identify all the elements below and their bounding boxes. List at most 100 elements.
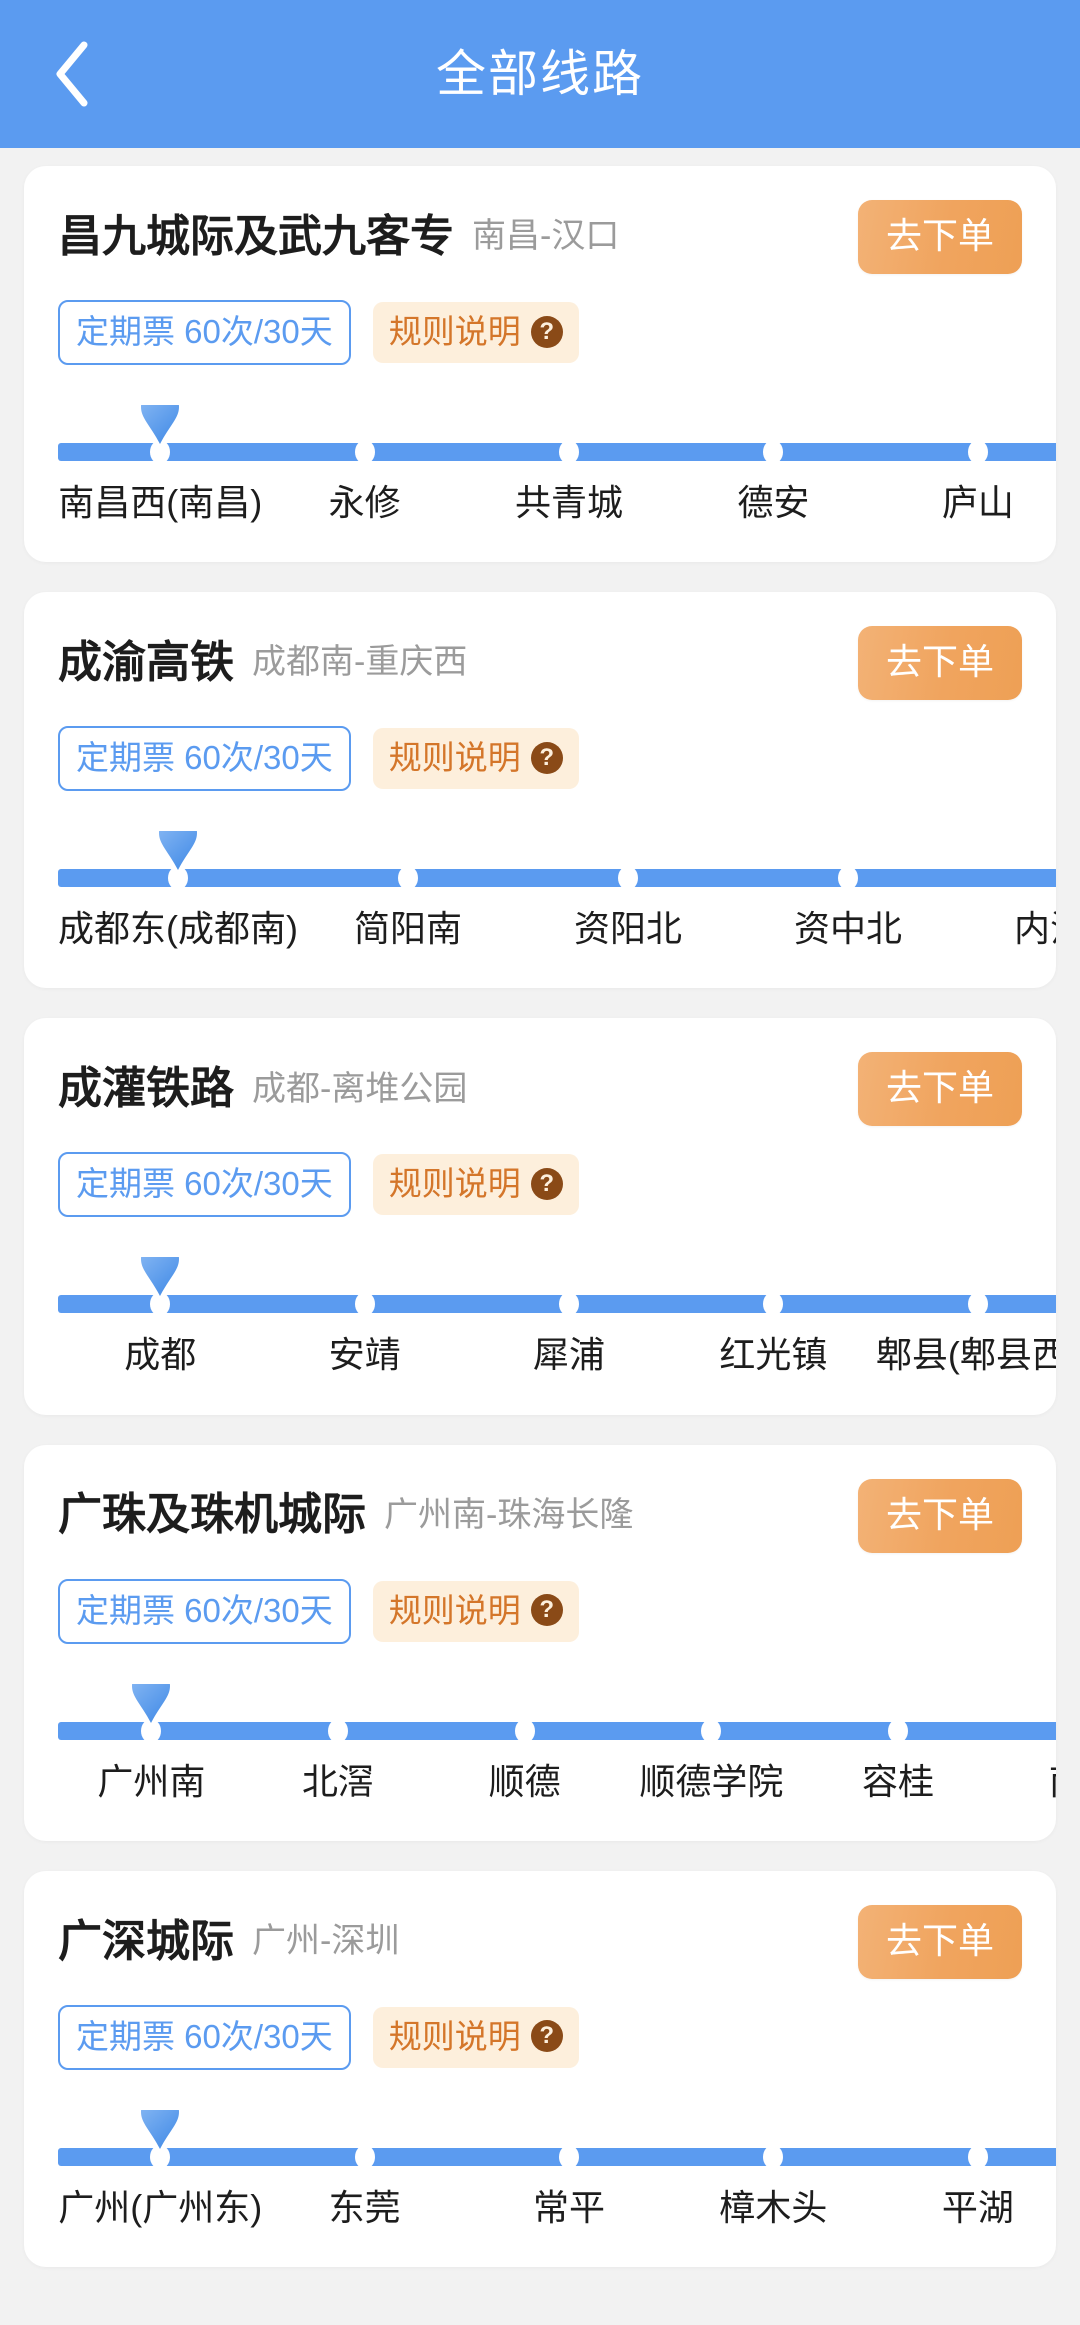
question-mark-circle-icon: ? (530, 741, 563, 774)
station-label: 永修 (328, 482, 401, 523)
route-track[interactable]: 广州(广州东) 东莞 常平 樟木头 平湖 (24, 2109, 1056, 2229)
rule-info-label: 规则说明 (388, 739, 521, 777)
pass-type-badge: 定期票 60次/30天 (58, 300, 351, 365)
station-label: 犀浦 (533, 1334, 606, 1376)
route-track[interactable]: 成都 安靖 犀浦 红光镇 郫县(郫县西) (24, 1257, 1056, 1376)
station-label: 简阳南 (353, 908, 462, 950)
station-dot (354, 440, 375, 464)
rule-info-button[interactable]: 规则说明? (372, 2006, 579, 2068)
current-station-pin-icon (138, 405, 182, 445)
station-label: 庐山 (941, 482, 1014, 523)
question-mark-circle-icon: ? (530, 1167, 563, 1200)
station-dot (559, 440, 580, 464)
rule-info-button[interactable]: 规则说明? (372, 302, 579, 363)
order-button[interactable]: 去下单 (857, 1052, 1022, 1127)
route-card[interactable]: 成渝高铁 成都南-重庆西 去下单定期票 60次/30天 规则说明? 成都东(成都南) 简阳… (24, 592, 1056, 989)
station-label: 北滘 (302, 1760, 375, 1802)
station-label-row: 广州(广州东) 东莞 常平 樟木头 平湖 (58, 2186, 1056, 2229)
route-endpoints: 南昌-汉口 (472, 217, 620, 256)
station-label: 南昌西(南昌) (58, 482, 263, 523)
chevron-left-icon (56, 41, 88, 107)
pass-type-badge: 定期票 60次/30天 (58, 2004, 351, 2070)
route-name: 广珠及珠机城际 (58, 1490, 366, 1540)
current-station-pin-icon (156, 831, 200, 871)
order-button[interactable]: 去下单 (857, 200, 1022, 274)
route-endpoints: 成都南-重庆西 (252, 643, 468, 682)
route-name: 成灌铁路 (58, 1064, 234, 1114)
current-station-pin-icon (138, 1257, 182, 1297)
station-dot (888, 1718, 909, 1743)
station-dot (397, 866, 418, 891)
station-label-row: 广州南 北滘 顺德 顺德学院 容桂 南头 (58, 1760, 1056, 1803)
route-card[interactable]: 广珠及珠机城际 广州南-珠海长隆 去下单 定期票 60次/30天 规则说明? 广州南 北滘 顺… (24, 1444, 1056, 1841)
route-card-header: 昌九城际及武九客专 南昌-汉口 去下单 (24, 200, 1056, 274)
rule-info-label: 规则说明 (388, 1165, 521, 1203)
station-dot (559, 2144, 580, 2169)
route-card[interactable]: 昌九城际及武九客专 南昌-汉口 去下单定期票 60次/30天 规则说明? 南昌西(南昌)… (24, 166, 1056, 563)
route-track[interactable]: 广州南 北滘 顺德 顺德学院 容桂 南头 (24, 1683, 1056, 1803)
rule-info-label: 规则说明 (388, 313, 521, 350)
station-label: 常平 (533, 2186, 606, 2228)
order-button[interactable]: 去下单 (857, 626, 1022, 701)
order-button[interactable]: 去下单 (857, 1478, 1022, 1553)
route-name: 成渝高铁 (58, 637, 234, 687)
route-track[interactable]: 南昌西(南昌) 永修 共青城 德安 庐山 (24, 405, 1056, 524)
page-header: 全部线路 (0, 0, 1080, 148)
station-dot (701, 1718, 722, 1743)
station-label: 成都东(成都南) (58, 908, 298, 950)
track-line (58, 405, 1056, 464)
station-dot (328, 1718, 348, 1743)
rule-info-button[interactable]: 规则说明? (372, 1580, 579, 1642)
pass-type-badge: 定期票 60次/30天 (58, 726, 351, 792)
station-dot (967, 2144, 988, 2169)
back-button[interactable] (34, 36, 110, 112)
route-card[interactable]: 成灌铁路 成都-离堆公园 去下单 定期票 60次/30天 规则说明? 成都 安靖 犀浦 红光镇 郫… (24, 1018, 1056, 1415)
station-label: 资中北 (793, 908, 902, 950)
question-mark-circle-icon: ? (530, 1594, 563, 1627)
station-label: 德安 (737, 482, 810, 523)
route-card[interactable]: 广深城际 广州-深圳 去下单定期票 60次/30天 规则说明? 广州(广州东) 东莞 常平 樟… (24, 1870, 1056, 2267)
route-card-header: 广珠及珠机城际 广州南-珠海长隆 去下单 (24, 1478, 1056, 1553)
route-track-inner: 成都东(成都南) 简阳南 资阳北 资中北 内江北 (58, 831, 1056, 950)
route-list: 昌九城际及武九客专 南昌-汉口 去下单 定期票 60次/30天 规则说明? 南昌西(南昌)… (0, 148, 1080, 2267)
station-label: 顺德 (488, 1760, 561, 1802)
route-tags: 定期票 60次/30天 规则说明? (24, 1152, 1056, 1218)
track-line (58, 831, 1056, 891)
route-endpoints: 成都-离堆公园 (252, 1069, 468, 1108)
station-label: 容桂 (862, 1760, 935, 1802)
station-label-row: 成都 安靖 犀浦 红光镇 郫县(郫县西) (58, 1333, 1056, 1376)
station-label: 广州(广州东) (58, 2186, 263, 2228)
rule-info-button[interactable]: 规则说明? (372, 1154, 579, 1216)
track-line (58, 2109, 1056, 2169)
station-label: 东莞 (328, 2186, 401, 2228)
route-endpoints: 广州南-珠海长隆 (384, 1495, 634, 1534)
route-endpoints: 广州-深圳 (252, 1922, 400, 1961)
rule-info-label: 规则说明 (388, 2017, 521, 2055)
route-name: 广深城际 (58, 1916, 234, 1966)
station-label: 安靖 (328, 1334, 401, 1376)
route-track-inner: 南昌西(南昌) 永修 共青城 德安 庐山 (58, 405, 1056, 524)
station-label: 广州南 (97, 1760, 206, 1802)
station-dot (617, 866, 638, 891)
station-label: 平湖 (941, 2186, 1014, 2228)
station-label: 顺德学院 (639, 1760, 784, 1802)
route-track-inner: 广州南 北滘 顺德 顺德学院 容桂 南头 (58, 1683, 1056, 1803)
route-card-header: 成灌铁路 成都-离堆公园 去下单 (24, 1052, 1056, 1127)
route-track[interactable]: 成都东(成都南) 简阳南 资阳北 资中北 内江北 (24, 831, 1056, 950)
order-button[interactable]: 去下单 (857, 1904, 1022, 1979)
station-label: 内江北 (1013, 908, 1056, 950)
route-name: 昌九城际及武九客专 (58, 211, 454, 261)
station-label-row: 南昌西(南昌) 永修 共青城 德安 庐山 (58, 481, 1056, 524)
track-line (58, 1683, 1056, 1743)
rule-info-button[interactable]: 规则说明? (372, 728, 579, 790)
route-card-header: 成渝高铁 成都南-重庆西 去下单 (24, 626, 1056, 701)
current-station-pin-icon (129, 1683, 173, 1724)
route-card-header: 广深城际 广州-深圳 去下单 (24, 1904, 1056, 1979)
track-line (58, 1257, 1056, 1317)
station-label: 樟木头 (719, 2186, 828, 2228)
station-label: 共青城 (515, 482, 624, 523)
station-label: 红光镇 (719, 1334, 828, 1376)
pass-type-badge: 定期票 60次/30天 (58, 1152, 351, 1218)
station-dot (967, 440, 988, 464)
route-tags: 定期票 60次/30天 规则说明? (24, 300, 1056, 365)
